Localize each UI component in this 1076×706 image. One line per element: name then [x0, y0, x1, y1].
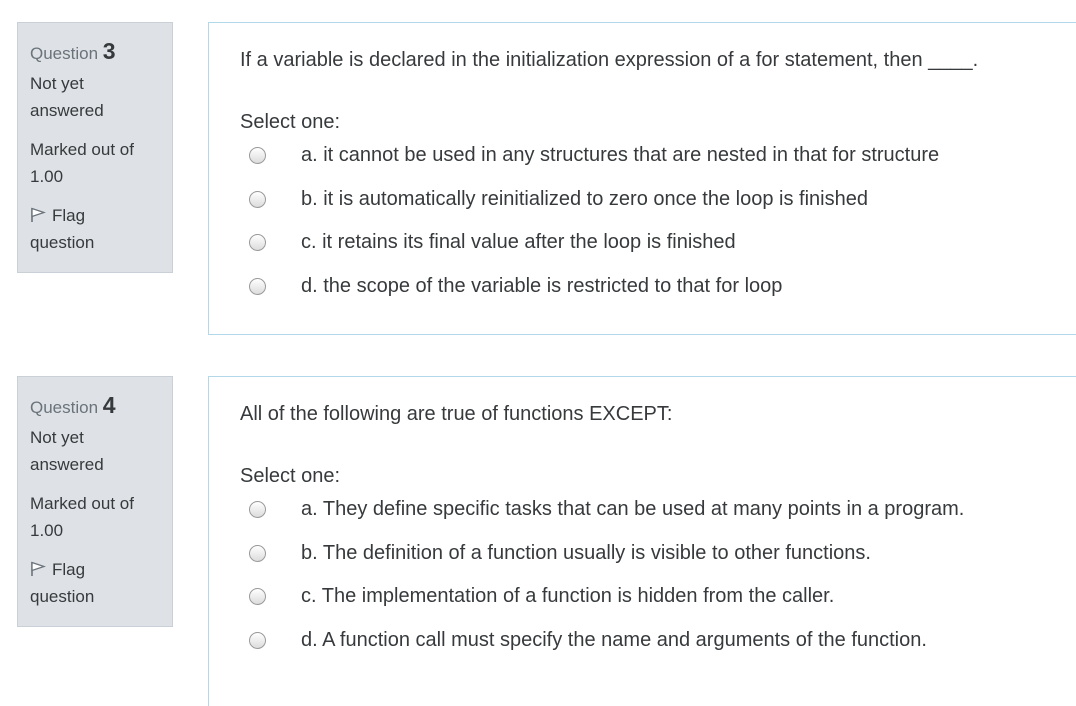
select-one-prompt: Select one:: [240, 465, 341, 487]
answer-label[interactable]: c. The implementation of a function is h…: [301, 583, 834, 609]
question-text: If a variable is declared in the initial…: [240, 49, 979, 71]
answer-label[interactable]: a. it cannot be used in any structures t…: [301, 142, 939, 168]
question-number-label: Question: [30, 44, 99, 63]
radio-unchecked-icon[interactable]: [249, 234, 266, 251]
flag-question-link[interactable]: Flag question: [30, 202, 130, 256]
radio-unchecked-icon[interactable]: [249, 277, 266, 295]
answer-label[interactable]: d. A function call must specify the name…: [301, 627, 927, 653]
question-info-panel: Question 3 Not yet answered Marked out o…: [17, 22, 173, 273]
radio-unchecked-icon[interactable]: [249, 544, 266, 562]
question-number-value: 4: [102, 392, 116, 418]
radio-unchecked-icon[interactable]: [249, 588, 266, 605]
answer-option-a[interactable]: a. it cannot be used in any structures t…: [209, 144, 1069, 191]
flag-icon: [31, 207, 46, 222]
answer-label[interactable]: d. the scope of the variable is restrict…: [301, 273, 782, 299]
select-one-prompt: Select one:: [240, 111, 341, 133]
question-number: Question 3: [30, 37, 172, 65]
answer-option-d[interactable]: d. the scope of the variable is restrict…: [209, 275, 1069, 322]
answer-option-c[interactable]: c. it retains its final value after the …: [209, 231, 1069, 278]
answer-label[interactable]: a. They define specific tasks that can b…: [301, 496, 964, 522]
answer-list: a. it cannot be used in any structures t…: [209, 144, 1069, 322]
radio-unchecked-icon[interactable]: [249, 501, 266, 518]
radio-unchecked-icon[interactable]: [249, 147, 266, 164]
radio-unchecked-icon[interactable]: [249, 190, 266, 208]
flag-icon: [31, 561, 46, 576]
answer-option-c[interactable]: c. The implementation of a function is h…: [209, 585, 1069, 632]
question-text: All of the following are true of functio…: [240, 403, 673, 425]
answer-option-a[interactable]: a. They define specific tasks that can b…: [209, 498, 1069, 545]
answer-option-b[interactable]: b. The definition of a function usually …: [209, 542, 1069, 589]
question-number-value: 3: [102, 38, 116, 64]
flag-question-link[interactable]: Flag question: [30, 556, 130, 610]
answer-label[interactable]: b. The definition of a function usually …: [301, 540, 871, 566]
question-number: Question 4: [30, 391, 172, 419]
question-state: Not yet answered: [30, 428, 104, 474]
question-grade: Marked out of 1.00: [30, 140, 134, 186]
question-content: If a variable is declared in the initial…: [208, 22, 1076, 335]
question-grade: Marked out of 1.00: [30, 494, 134, 540]
radio-unchecked-icon[interactable]: [249, 631, 266, 649]
answer-list: a. They define specific tasks that can b…: [209, 498, 1069, 676]
answer-label[interactable]: c. it retains its final value after the …: [301, 229, 736, 255]
question-state: Not yet answered: [30, 74, 104, 120]
answer-option-b[interactable]: b. it is automatically reinitialized to …: [209, 188, 1069, 235]
answer-label[interactable]: b. it is automatically reinitialized to …: [301, 186, 868, 212]
question-content: All of the following are true of functio…: [208, 376, 1076, 706]
question-number-label: Question: [30, 398, 99, 417]
question-info-panel: Question 4 Not yet answered Marked out o…: [17, 376, 173, 627]
answer-option-d[interactable]: d. A function call must specify the name…: [209, 629, 1069, 676]
